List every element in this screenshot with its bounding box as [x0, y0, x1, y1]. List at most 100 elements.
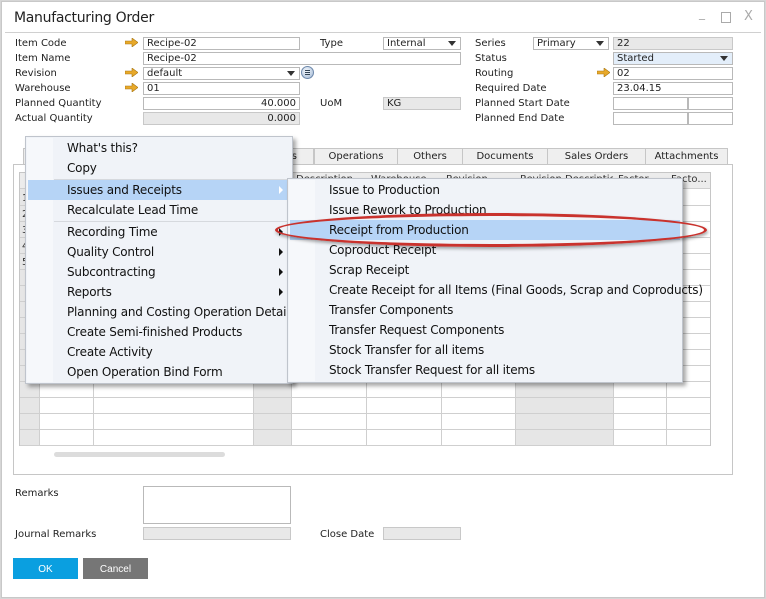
submenu-item-transfer-request-components[interactable]: Transfer Request Components	[290, 320, 680, 340]
tab-attachments[interactable]: Attachments	[645, 148, 728, 164]
series-label: Series	[475, 38, 506, 49]
menu-item-copy[interactable]: Copy	[28, 158, 290, 178]
menu-item-label: Create Receipt for all Items (Final Good…	[329, 283, 703, 297]
maximize-button[interactable]	[721, 12, 731, 23]
menu-item-label: Recording Time	[67, 225, 158, 239]
close-date-field	[383, 527, 461, 540]
menu-item-label: Scrap Receipt	[329, 263, 410, 277]
status-label: Status	[475, 53, 507, 64]
menu-item-label: Stock Transfer Request for all items	[329, 363, 535, 377]
planned-quantity-label: Planned Quantity	[15, 98, 102, 109]
menu-item-recalculate-lead-time[interactable]: Recalculate Lead Time	[28, 200, 290, 220]
ok-button[interactable]: OK	[13, 558, 78, 579]
submenu-item-create-receipt-all[interactable]: Create Receipt for all Items (Final Good…	[290, 280, 703, 300]
menu-item-label: What's this?	[67, 141, 138, 155]
planned-end-date-label: Planned End Date	[475, 113, 565, 124]
highlight-annotation-ellipse	[275, 213, 707, 247]
submenu-arrow-icon	[279, 248, 283, 256]
type-label: Type	[320, 38, 343, 49]
required-date-label: Required Date	[475, 83, 547, 94]
menu-item-create-activity[interactable]: Create Activity	[28, 342, 290, 362]
planned-end-date-field[interactable]	[613, 112, 688, 125]
grid-row-line	[20, 397, 710, 398]
item-name-field[interactable]: Recipe-02	[143, 52, 461, 65]
menu-item-label: Reports	[67, 285, 112, 299]
journal-remarks-field	[143, 527, 291, 540]
context-menu: What's this? Copy Issues and Receipts Re…	[25, 136, 296, 384]
actual-quantity-label: Actual Quantity	[15, 113, 93, 124]
tab-documents[interactable]: Documents	[462, 148, 548, 164]
link-arrow-icon[interactable]	[125, 68, 138, 77]
menu-item-open-operation-bind-form[interactable]: Open Operation Bind Form	[28, 362, 290, 382]
menu-item-subcontracting[interactable]: Subcontracting	[28, 262, 290, 282]
warehouse-field[interactable]: 01	[143, 82, 300, 95]
submenu-item-stock-transfer-request-all[interactable]: Stock Transfer Request for all items	[290, 360, 680, 380]
menu-item-label: Open Operation Bind Form	[67, 365, 223, 379]
menu-item-issues-and-receipts[interactable]: Issues and Receipts	[28, 180, 290, 200]
menu-item-label: Transfer Request Components	[329, 323, 505, 337]
planned-end-time-field[interactable]	[688, 112, 733, 125]
required-date-field[interactable]: 23.04.15	[613, 82, 733, 95]
list-details-icon[interactable]	[301, 66, 314, 79]
menu-item-label: Stock Transfer for all items	[329, 343, 485, 357]
menu-item-label: Create Semi-finished Products	[67, 325, 243, 339]
uom-field: KG	[383, 97, 461, 110]
tab-operations[interactable]: Operations	[314, 148, 398, 164]
link-arrow-icon[interactable]	[125, 83, 138, 92]
document-number-field: 22	[613, 37, 733, 50]
routing-label: Routing	[475, 68, 514, 79]
horizontal-scrollbar[interactable]	[54, 452, 225, 457]
planned-start-time-field[interactable]	[688, 97, 733, 110]
item-name-label: Item Name	[15, 53, 71, 64]
menu-item-label: Copy	[67, 161, 97, 175]
tab-sales-orders[interactable]: Sales Orders	[547, 148, 646, 164]
menu-item-label: Issue to Production	[329, 183, 440, 197]
window-title: Manufacturing Order	[14, 10, 154, 26]
journal-remarks-label: Journal Remarks	[15, 529, 97, 540]
menu-item-label: Transfer Components	[329, 303, 454, 317]
uom-label: UoM	[320, 98, 343, 109]
planned-start-date-field[interactable]	[613, 97, 688, 110]
grid-row-line	[20, 429, 710, 430]
minimize-button[interactable]: _	[699, 6, 705, 20]
link-arrow-icon[interactable]	[597, 68, 610, 77]
close-button[interactable]: X	[744, 9, 753, 24]
menu-item-quality-control[interactable]: Quality Control	[28, 242, 290, 262]
routing-field[interactable]: 02	[613, 67, 733, 80]
title-separator	[5, 32, 761, 33]
planned-start-date-label: Planned Start Date	[475, 98, 570, 109]
menu-item-label: Planning and Costing Operation Details	[67, 305, 296, 319]
submenu-arrow-icon	[279, 288, 283, 296]
remarks-textarea[interactable]	[143, 486, 291, 524]
issues-receipts-submenu: Issue to Production Issue Rework to Prod…	[287, 178, 703, 383]
type-dropdown[interactable]: Internal	[383, 37, 461, 50]
tab-others[interactable]: Others	[397, 148, 463, 164]
grid-row-line	[20, 445, 710, 446]
submenu-item-transfer-components[interactable]: Transfer Components	[290, 300, 680, 320]
planned-quantity-field[interactable]: 40.000	[143, 97, 300, 110]
submenu-item-scrap-receipt[interactable]: Scrap Receipt	[290, 260, 680, 280]
menu-item-create-semi-finished[interactable]: Create Semi-finished Products	[28, 322, 290, 342]
warehouse-label: Warehouse	[15, 83, 71, 94]
menu-item-label: Recalculate Lead Time	[67, 203, 199, 217]
submenu-item-issue-to-production[interactable]: Issue to Production	[290, 180, 680, 200]
submenu-item-stock-transfer-all[interactable]: Stock Transfer for all items	[290, 340, 680, 360]
submenu-arrow-icon	[279, 186, 283, 194]
link-arrow-icon[interactable]	[125, 38, 138, 47]
submenu-arrow-icon	[279, 268, 283, 276]
menu-item-reports[interactable]: Reports	[28, 282, 290, 302]
close-date-label: Close Date	[320, 529, 375, 540]
grid-row-line	[20, 413, 710, 414]
menu-item-whats-this[interactable]: What's this?	[28, 138, 290, 158]
menu-item-recording-time[interactable]: Recording Time	[28, 222, 290, 242]
cancel-button[interactable]: Cancel	[83, 558, 148, 579]
actual-quantity-field: 0.000	[143, 112, 300, 125]
item-code-field[interactable]: Recipe-02	[143, 37, 300, 50]
revision-dropdown[interactable]: default	[143, 67, 300, 80]
revision-label: Revision	[15, 68, 57, 79]
series-dropdown[interactable]: Primary	[533, 37, 609, 50]
status-dropdown[interactable]: Started	[613, 52, 733, 65]
menu-item-label: Subcontracting	[67, 265, 156, 279]
menu-item-label: Create Activity	[67, 345, 153, 359]
menu-item-planning-costing[interactable]: Planning and Costing Operation Details	[28, 302, 296, 322]
